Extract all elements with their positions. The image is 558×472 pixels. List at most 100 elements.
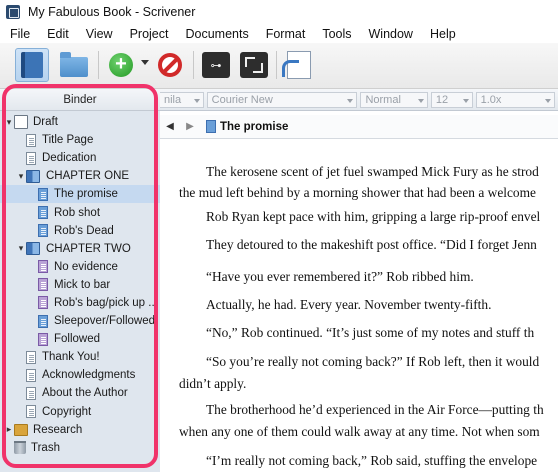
add-dropdown-chevron-icon[interactable] xyxy=(141,60,149,65)
research-folder-icon xyxy=(14,423,28,436)
binder-header-label: Binder xyxy=(63,93,97,106)
fullscreen-icon xyxy=(240,52,268,78)
draft-folder-icon xyxy=(14,115,28,130)
binder-item-label: Acknowledgments xyxy=(42,369,136,382)
delete-document-button[interactable] xyxy=(153,48,187,82)
expand-chevron-icon[interactable]: ▾ xyxy=(4,117,14,128)
binder-item-label: Copyright xyxy=(42,405,92,418)
collections-button[interactable] xyxy=(57,48,91,82)
binder-item[interactable]: Title Page xyxy=(0,131,160,149)
binder-item[interactable]: Dedication xyxy=(0,149,160,167)
document-icon[interactable] xyxy=(206,120,216,133)
add-document-button[interactable]: + xyxy=(104,48,138,82)
binder-item[interactable]: ▸ Research xyxy=(0,421,160,439)
binder-item[interactable]: ▾ CHAPTER ONE xyxy=(0,167,160,185)
menu-tools[interactable]: Tools xyxy=(314,27,360,41)
window-title: My Fabulous Book - Scrivener xyxy=(28,5,196,19)
binder-item[interactable]: Sleepover/Followed xyxy=(0,312,160,330)
binder-header: Binder xyxy=(0,89,160,111)
binder-item-label: Title Page xyxy=(42,134,94,147)
document-icon xyxy=(38,332,48,346)
editor-line: They detoured to the makeshift post offi… xyxy=(206,237,537,252)
document-icon xyxy=(26,151,36,165)
expand-chevron-icon[interactable]: ▾ xyxy=(16,243,26,254)
editor-line: “So you’re really not coming back?” If R… xyxy=(206,354,540,369)
line-spacing-select[interactable]: 1.0x xyxy=(475,91,555,108)
binder-item[interactable]: Rob's Dead xyxy=(0,222,160,240)
editor-line: “No,” Rob continued. “It’s just some of … xyxy=(206,325,535,340)
binder-item-label: Rob's Dead xyxy=(54,224,114,237)
menu-documents[interactable]: Documents xyxy=(177,27,257,41)
binder-item[interactable]: Acknowledgments xyxy=(0,366,160,384)
menu-window[interactable]: Window xyxy=(361,27,422,41)
binder-item-label: Rob shot xyxy=(54,206,101,219)
binder-item-label: CHAPTER TWO xyxy=(46,242,131,255)
menu-file[interactable]: File xyxy=(0,27,39,41)
binder-item-label: Dedication xyxy=(42,152,97,165)
document-icon xyxy=(38,296,48,310)
menu-view[interactable]: View xyxy=(78,27,122,41)
style-preset-select[interactable]: nila xyxy=(160,91,204,108)
menu-project[interactable]: Project xyxy=(122,27,178,41)
expand-chevron-icon[interactable]: ▾ xyxy=(16,171,26,182)
binder-panel: Binder ▾ Draft Title Page Dedication ▾ CHAPTE… xyxy=(0,89,160,472)
binder-item[interactable]: Mick to bar xyxy=(0,276,160,294)
binder-item[interactable]: The promise xyxy=(0,185,160,204)
editor-line: “Have you ever remembered it?” Rob ribbe… xyxy=(206,269,474,284)
document-icon xyxy=(38,278,48,292)
binder-item[interactable]: ▾ CHAPTER TWO xyxy=(0,240,160,258)
binder-item-label: Mick to bar xyxy=(54,278,111,291)
editor-text-area[interactable]: The kerosene scent of jet fuel swamped M… xyxy=(160,140,558,472)
binder-item[interactable]: Rob shot xyxy=(0,203,160,221)
editor-line: didn’t apply. xyxy=(179,376,247,391)
editor-document-title[interactable]: The promise xyxy=(220,121,288,133)
toolbar-separator xyxy=(193,51,194,79)
binder-item-label: Research xyxy=(33,423,83,436)
binder-item[interactable]: Followed xyxy=(0,330,160,348)
style-preset-value: nila xyxy=(164,93,182,106)
add-icon: + xyxy=(109,53,133,77)
binder-item[interactable]: Trash xyxy=(0,439,160,457)
toolbar-separator xyxy=(98,51,99,79)
binder-item-label: Rob's bag/pick up ... xyxy=(54,296,158,309)
document-icon xyxy=(26,133,36,147)
editor-line: “I’m really not coming back,” Rob said, … xyxy=(206,453,538,468)
binder-item-label: No evidence xyxy=(54,260,118,273)
document-icon xyxy=(38,314,48,328)
composition-mode-button[interactable] xyxy=(237,48,271,82)
binder-item[interactable]: Thank You! xyxy=(0,348,160,366)
line-spacing-value: 1.0x xyxy=(480,93,502,106)
document-icon xyxy=(26,368,36,382)
binder-item-label: Followed xyxy=(54,333,101,346)
document-icon xyxy=(26,350,36,364)
editor-line: the mud left behind by a morning shower … xyxy=(179,185,536,200)
binder-item[interactable]: Copyright xyxy=(0,403,160,421)
format-bar: nila Courier New Normal 12 1.0x xyxy=(160,89,558,111)
forward-arrow-icon[interactable]: ▶ xyxy=(180,121,200,132)
font-family-select[interactable]: Courier New xyxy=(206,91,358,108)
binder-item-label: Draft xyxy=(33,116,58,129)
menu-format[interactable]: Format xyxy=(258,27,315,41)
binder-item[interactable]: ▾ Draft xyxy=(0,113,160,131)
compile-button[interactable] xyxy=(282,48,316,82)
binder-item-label: CHAPTER ONE xyxy=(46,170,130,183)
document-icon xyxy=(26,386,36,400)
back-arrow-icon[interactable]: ◀ xyxy=(160,121,180,132)
title-bar: My Fabulous Book - Scrivener xyxy=(0,0,558,24)
document-icon xyxy=(38,206,48,220)
key-icon: ⊶ xyxy=(202,52,230,78)
chapter-folder-icon xyxy=(26,169,40,183)
menu-help[interactable]: Help xyxy=(422,27,465,41)
font-size-select[interactable]: 12 xyxy=(430,91,473,108)
binder-toggle-button[interactable] xyxy=(15,48,49,82)
binder-item[interactable]: Rob's bag/pick up ... xyxy=(0,294,160,312)
editor-header-bar: ◀ ▶ The promise xyxy=(160,115,558,139)
menu-edit[interactable]: Edit xyxy=(39,27,78,41)
compile-icon xyxy=(282,51,311,79)
collapse-chevron-icon[interactable]: ▸ xyxy=(4,424,14,435)
document-icon xyxy=(38,224,48,238)
binder-item[interactable]: No evidence xyxy=(0,258,160,276)
binder-item[interactable]: About the Author xyxy=(0,384,160,402)
font-weight-select[interactable]: Normal xyxy=(360,91,428,108)
keywords-button[interactable]: ⊶ xyxy=(199,48,233,82)
